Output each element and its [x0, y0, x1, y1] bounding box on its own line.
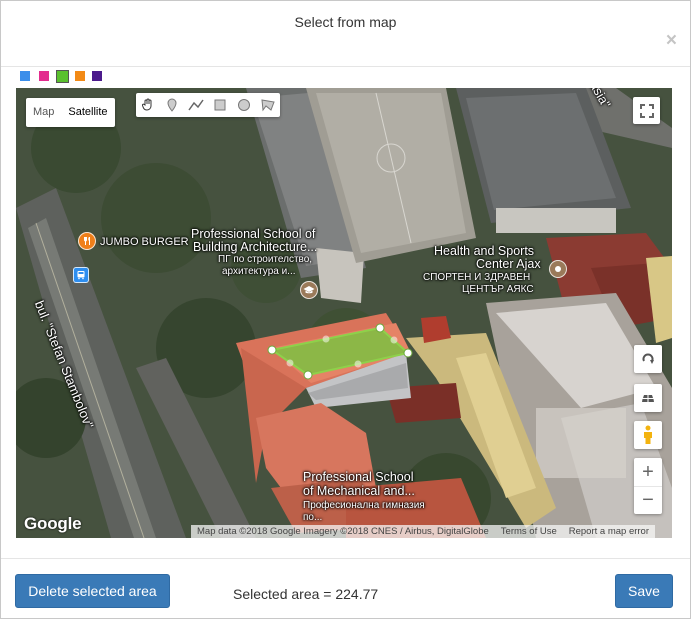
poi-label-school-building-bg-1: ПГ по строителство,: [218, 254, 313, 265]
zoom-in-button[interactable]: +: [634, 458, 662, 486]
dialog-header: Select from map ×: [1, 1, 690, 67]
street-view-pegman-button[interactable]: [634, 421, 662, 449]
tilt-icon: [642, 395, 654, 402]
poi-label-school-mech-bg-2: по...: [303, 512, 323, 523]
poi-label-health-2: Center Ajax: [476, 257, 541, 271]
attribution-data: Map data ©2018 Google Imagery ©2018 CNES…: [197, 526, 489, 537]
poi-label-health-bg-2: ЦЕНТЪР АЯКС: [462, 284, 534, 295]
sports-center-icon[interactable]: [549, 260, 567, 278]
dialog-title: Select from map: [294, 14, 397, 30]
pegman-icon: [644, 425, 652, 444]
close-button[interactable]: ×: [666, 31, 677, 50]
school-icon[interactable]: [300, 281, 318, 299]
poi-label-school-building-bg-2: архитектура и...: [222, 266, 296, 277]
terms-of-use-link[interactable]: Terms of Use: [495, 525, 563, 538]
polyline-icon[interactable]: [184, 93, 208, 117]
map-type-control: Map Satellite: [26, 98, 115, 127]
polygon-icon[interactable]: [256, 93, 280, 117]
marker-icon[interactable]: [160, 93, 184, 117]
google-logo: Google: [24, 514, 82, 533]
rectangle-icon[interactable]: [208, 93, 232, 117]
poi-label-jumbo-burger: JUMBO BURGER: [100, 236, 189, 248]
map-type-map-button[interactable]: Map: [26, 98, 61, 127]
vertex-handle[interactable]: [303, 370, 313, 380]
fullscreen-icon: [639, 103, 654, 118]
drawing-toolbar: [136, 93, 280, 117]
restaurant-icon[interactable]: [78, 232, 96, 250]
zoom-control: + −: [634, 458, 662, 514]
midpoint-handle[interactable]: [390, 336, 398, 344]
poi-label-school-mech-2: of Mechanical and...: [303, 484, 415, 498]
vertex-handle[interactable]: [267, 345, 277, 355]
zoom-out-button[interactable]: −: [634, 486, 662, 514]
midpoint-handle[interactable]: [322, 335, 330, 343]
poi-label-school-building-2: Building Architecture...: [193, 240, 318, 254]
report-map-error-link[interactable]: Report a map error: [563, 525, 655, 538]
vertex-handle[interactable]: [403, 348, 413, 358]
swatch-pink[interactable]: [39, 71, 49, 81]
midpoint-handle[interactable]: [354, 360, 362, 368]
tilt-button[interactable]: [634, 384, 662, 412]
swatch-blue[interactable]: [20, 71, 30, 81]
swatch-purple[interactable]: [92, 71, 102, 81]
map-type-satellite-button[interactable]: Satellite: [61, 98, 114, 127]
map-attribution: Map data ©2018 Google Imagery ©2018 CNES…: [191, 525, 656, 538]
delete-selected-area-button[interactable]: Delete selected area: [15, 574, 170, 608]
bus-stop-icon[interactable]: [73, 267, 89, 283]
fullscreen-button[interactable]: [633, 97, 660, 124]
vertex-handle[interactable]: [375, 323, 385, 333]
poi-label-health-bg-1: СПОРТЕН И ЗДРАВЕН: [423, 272, 531, 283]
midpoint-handle[interactable]: [286, 359, 294, 367]
swatch-green[interactable]: [56, 70, 69, 83]
poi-label-school-mech-bg-1: Професионална гимназия: [303, 500, 425, 511]
select-from-map-dialog: Select from map × JUMBO BURGER Professio…: [0, 0, 691, 619]
rotate-icon: [642, 353, 654, 364]
circle-icon[interactable]: [232, 93, 256, 117]
swatch-orange[interactable]: [75, 71, 85, 81]
save-button[interactable]: Save: [615, 574, 673, 608]
poi-label-school-mech-1: Professional School: [303, 470, 414, 484]
hand-icon[interactable]: [136, 93, 160, 117]
rotate-button[interactable]: [634, 345, 662, 373]
dialog-footer: Delete selected area Selected area = 224…: [1, 558, 690, 619]
map-canvas[interactable]: JUMBO BURGER Professional School of Buil…: [16, 88, 672, 538]
selected-area-readout: Selected area = 224.77: [233, 586, 379, 602]
